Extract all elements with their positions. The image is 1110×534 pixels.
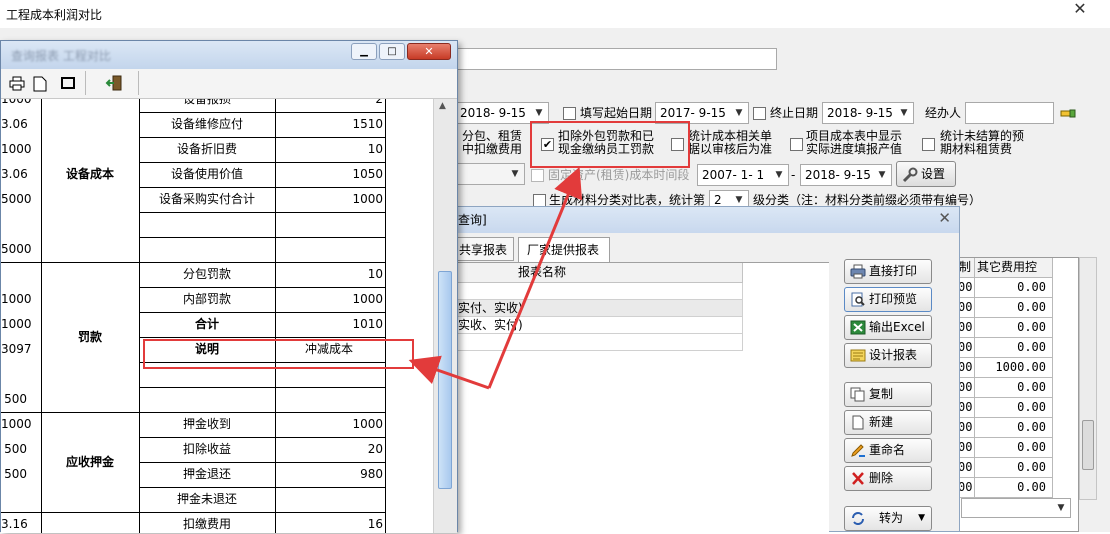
arrow-to-option bbox=[487, 166, 583, 389]
arrow-to-row bbox=[408, 355, 490, 390]
annotation-arrows bbox=[408, 166, 583, 390]
